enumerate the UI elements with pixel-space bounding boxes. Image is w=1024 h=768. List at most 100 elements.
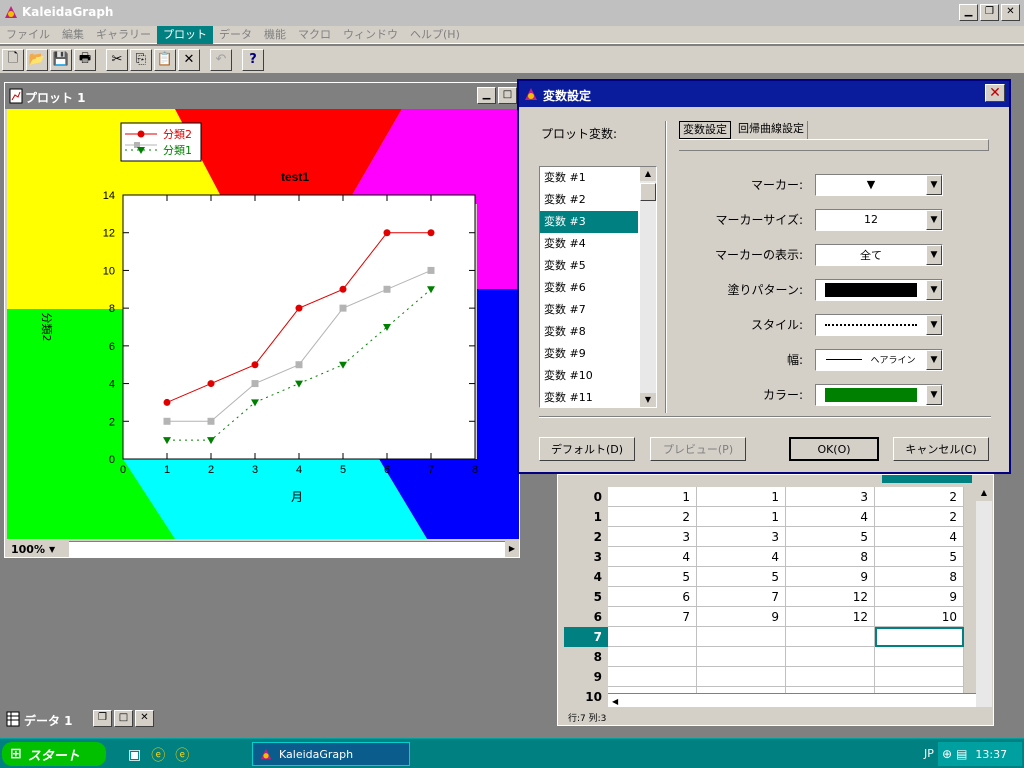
variable-list-item[interactable]: 変数 #8 [540,321,638,343]
menu-item-3[interactable]: プロット [157,25,213,44]
chevron-down-icon[interactable]: ▼ [926,384,942,405]
variable-list-item[interactable]: 変数 #2 [540,189,638,211]
print-button[interactable]: 🖶 [74,48,96,71]
row-header[interactable]: 3 [564,547,608,567]
row-header[interactable]: 0 [564,487,608,507]
data-hscrollbar[interactable]: ◀ [608,693,976,707]
variable-settings-dialog[interactable]: 変数設定 ✕ プロット変数: 変数 #1 変数 #2 変数 #3 変数 #4 変数 #5… [517,79,1011,474]
minimized-data-window[interactable]: データ 1 ❐ □ ✕ [2,706,158,732]
cut-button[interactable]: ✂ [106,48,128,71]
row-header[interactable]: 2 [564,527,608,547]
table-cell[interactable] [697,667,786,687]
pane-splitter[interactable] [665,121,667,413]
table-cell[interactable]: 3 [608,527,697,547]
plot-window-title-bar[interactable]: プロット 1 ▁ □ [5,83,519,109]
table-cell[interactable]: 6 [608,587,697,607]
row-header[interactable]: 6 [564,607,608,627]
ok-button[interactable]: OK(O) [789,437,879,461]
table-cell[interactable]: 5 [875,547,964,567]
data-window[interactable]: 0 1 1 3 2 1 2 1 4 2 2 3 3 5 4 3 4 4 8 5 4 5 5 9 8 5 6 7 12 9 6 7 9 12 10 7 8… [557,474,994,726]
ie-icon[interactable]: ⓔ [175,745,189,765]
new-button[interactable]: 🗋 [2,48,24,71]
row-header[interactable]: 10 [564,687,608,707]
data-vscrollbar[interactable]: ▲ [976,485,992,707]
setting-dropdown[interactable]: 12 ▼ [815,208,943,231]
plot-minimize-button[interactable]: ▁ [477,87,496,104]
chevron-down-icon[interactable]: ▼ [926,244,942,265]
setting-dropdown[interactable]: ▼ [815,383,943,406]
table-cell[interactable]: 5 [697,567,786,587]
menu-item-2[interactable]: ギャラリー [90,26,157,44]
taskbar-app-kaleidagraph[interactable]: KaleidaGraph [252,742,410,766]
row-header[interactable]: 7 [564,627,608,647]
delete-button[interactable]: ✕ [178,48,200,71]
table-cell[interactable]: 5 [608,567,697,587]
scroll-thumb[interactable] [640,183,656,201]
table-cell[interactable] [697,647,786,667]
zoom-dropdown[interactable]: 100% ▼ [7,541,69,557]
table-cell[interactable] [786,667,875,687]
variable-list-item[interactable]: 変数 #7 [540,299,638,321]
table-cell[interactable]: 2 [875,507,964,527]
setting-dropdown[interactable]: ▼ [815,278,943,301]
open-button[interactable]: 📂 [26,48,48,71]
table-cell[interactable]: 10 [875,607,964,627]
cancel-button[interactable]: キャンセル(C) [893,437,989,461]
help-button[interactable]: ? [242,48,264,71]
table-cell[interactable] [786,647,875,667]
menu-item-6[interactable]: マクロ [292,26,337,44]
paste-button[interactable]: 📋 [154,48,176,71]
table-cell[interactable]: 4 [786,507,875,527]
dialog-title-bar[interactable]: 変数設定 ✕ [519,81,1009,107]
setting-dropdown[interactable]: ▼ [815,313,943,336]
table-cell[interactable]: 5 [786,527,875,547]
volume-icon[interactable]: ▤ [956,747,967,761]
variable-list-item[interactable]: 変数 #6 [540,277,638,299]
table-cell[interactable]: 2 [875,487,964,507]
menu-item-5[interactable]: 機能 [258,26,292,44]
table-cell[interactable]: 4 [608,547,697,567]
table-cell[interactable]: 9 [786,567,875,587]
plot-canvas[interactable]: 0 1 2 3 4 5 6 7 802468101214test1月分類2分類2分類1 [7,109,519,539]
table-cell[interactable]: 1 [697,507,786,527]
variable-list-item[interactable]: 変数 #5 [540,255,638,277]
restore-button[interactable]: ❐ [980,4,999,21]
chevron-down-icon[interactable]: ▼ [926,349,942,370]
variable-list-item[interactable]: 変数 #10 [540,365,638,387]
default-button[interactable]: デフォルト(D) [539,437,635,461]
table-cell[interactable]: 1 [697,487,786,507]
plot-maximize-button[interactable]: □ [498,87,517,104]
variable-list[interactable]: 変数 #1 変数 #2 変数 #3 変数 #4 変数 #5 変数 #6 変数 #7 変数 #8… [539,166,657,408]
selected-column-header[interactable] [882,475,972,483]
chevron-down-icon[interactable]: ▼ [926,209,942,230]
table-cell[interactable]: 8 [786,547,875,567]
setting-dropdown[interactable]: 全て ▼ [815,243,943,266]
table-cell[interactable] [608,647,697,667]
scroll-up-icon[interactable]: ▲ [976,485,992,501]
menu-item-4[interactable]: データ [213,26,258,44]
table-cell[interactable]: 12 [786,607,875,627]
menu-item-8[interactable]: ヘルプ(H) [404,26,466,44]
chevron-down-icon[interactable]: ▼ [926,174,942,195]
table-cell[interactable]: 2 [608,507,697,527]
scroll-down-icon[interactable]: ▼ [640,393,656,407]
data-grid[interactable]: 0 1 1 3 2 1 2 1 4 2 2 3 3 5 4 3 4 4 8 5 4 5 5 9 8 5 6 7 12 9 6 7 9 12 10 7 8… [564,487,974,707]
start-button[interactable]: ⊞ スタート [2,742,106,766]
menu-item-7[interactable]: ウィンドウ [337,26,404,44]
variable-list-item[interactable]: 変数 #11 [540,387,638,409]
table-cell[interactable] [608,627,697,647]
table-cell[interactable] [875,667,964,687]
undo-button[interactable]: ↶ [210,48,232,71]
save-button[interactable]: 💾 [50,48,72,71]
table-cell[interactable]: 12 [786,587,875,607]
browser-icon[interactable]: ⓔ [151,745,165,765]
close-button[interactable]: ✕ [1001,4,1020,21]
row-header[interactable]: 1 [564,507,608,527]
table-cell[interactable] [875,627,964,647]
table-cell[interactable]: 3 [786,487,875,507]
table-cell[interactable]: 7 [608,607,697,627]
table-cell[interactable]: 9 [875,587,964,607]
chevron-down-icon[interactable]: ▼ [926,279,942,300]
table-cell[interactable]: 1 [608,487,697,507]
scroll-left-icon[interactable]: ◀ [608,697,618,706]
